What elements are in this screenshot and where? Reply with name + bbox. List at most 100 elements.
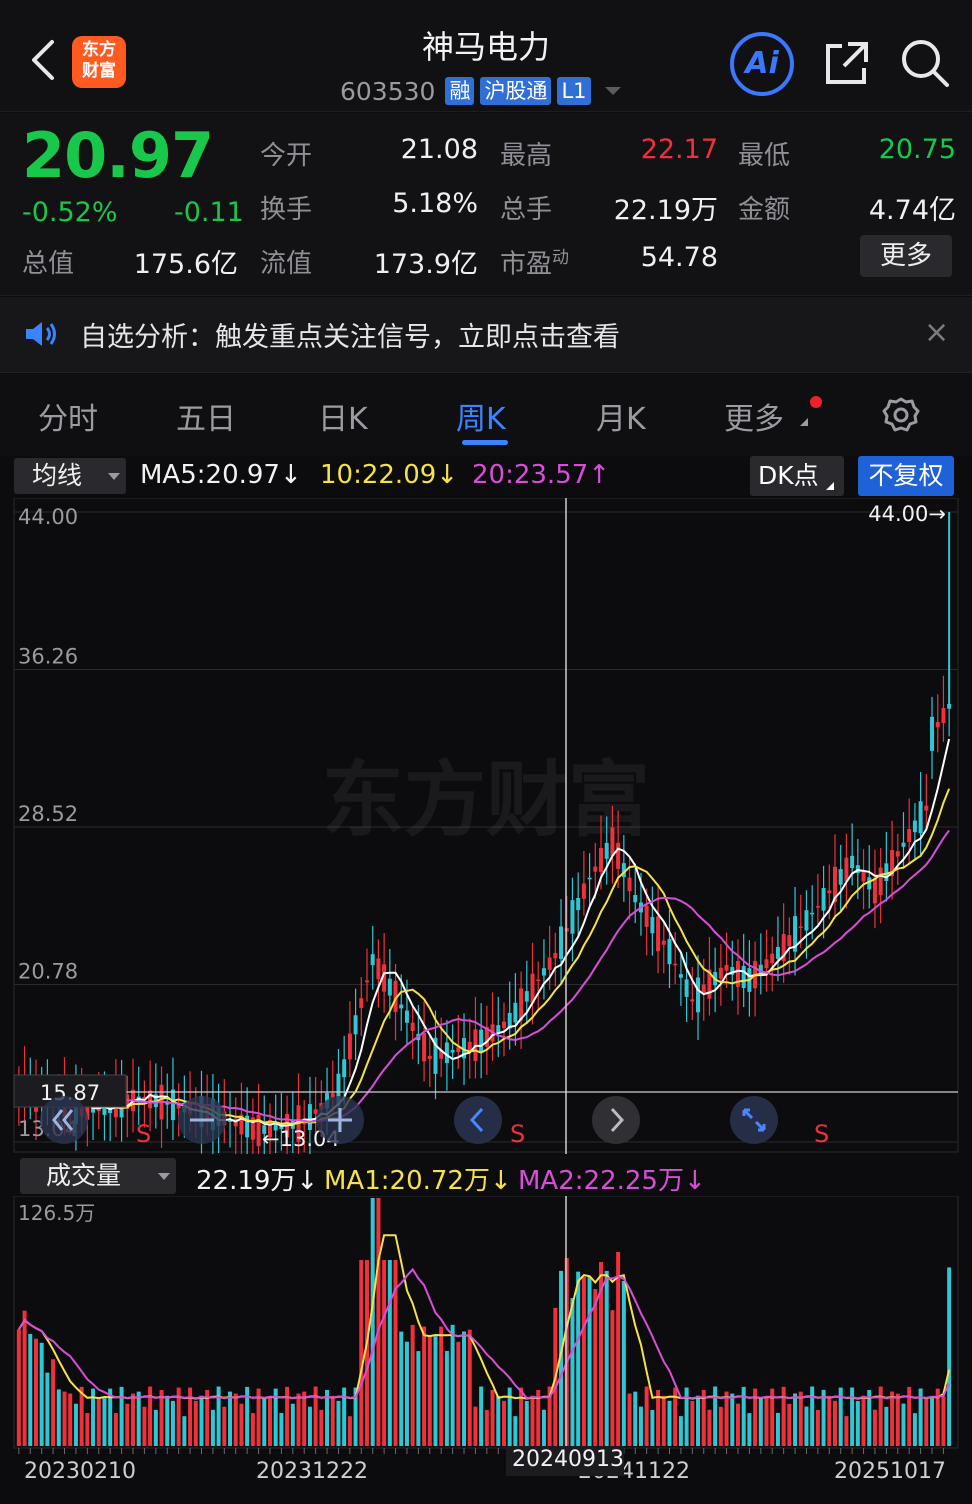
volume-bar — [678, 1416, 683, 1446]
volume-bar — [513, 1416, 518, 1446]
open-value: 21.08 — [400, 134, 478, 165]
quote-more-button[interactable]: 更多 — [860, 235, 952, 277]
tab-daily-k[interactable]: 日K — [318, 394, 368, 438]
volume-bar — [844, 1416, 849, 1446]
candle-body — [935, 721, 940, 728]
candle-body — [656, 916, 661, 952]
y-axis-label: 36.26 — [18, 645, 78, 669]
candle-body — [798, 926, 803, 928]
kline-chart[interactable]: 东方财富 44.0036.2628.5220.7813.04 15.87 44.… — [0, 498, 972, 1154]
candle-body — [616, 842, 621, 869]
candle-body — [347, 1033, 352, 1060]
candle-body — [804, 910, 809, 931]
volume-bar — [570, 1298, 575, 1446]
volume-bar — [610, 1310, 615, 1446]
indicator-selector[interactable]: 均线 — [14, 458, 126, 494]
volume-ma-line — [18, 1234, 951, 1400]
volume-bar — [638, 1406, 643, 1446]
candle-body — [370, 954, 375, 966]
volume-bar — [890, 1391, 895, 1446]
period-tabs: 分时 五日 日K 周K 月K 更多 — [0, 374, 972, 456]
volume-bar — [359, 1260, 364, 1446]
pe-label-text: 市盈 — [500, 249, 553, 280]
candle-body — [684, 979, 689, 997]
volume-bar — [707, 1409, 712, 1446]
volume-bar — [581, 1276, 586, 1446]
volume-bar — [387, 1260, 392, 1446]
volume-bar — [216, 1386, 221, 1446]
volume-bar — [170, 1400, 175, 1446]
scroll-left-button[interactable] — [454, 1096, 502, 1144]
tab-monthly-k[interactable]: 月K — [596, 394, 646, 438]
candle-body — [404, 1010, 409, 1023]
zoom-out-button[interactable] — [178, 1096, 226, 1144]
active-tab-indicator — [462, 440, 508, 445]
candle-body — [581, 883, 586, 899]
volume-bar — [16, 1329, 21, 1446]
volume-bar — [633, 1391, 638, 1446]
ai-assistant-button[interactable]: Ai — [730, 32, 794, 96]
candle-body — [918, 801, 923, 834]
change-percent: -0.52% — [22, 197, 118, 228]
scroll-right-button[interactable] — [592, 1096, 640, 1144]
volume-bar — [462, 1331, 467, 1446]
volume-bar — [285, 1386, 290, 1446]
volume-bar — [102, 1398, 107, 1446]
volume-bar — [422, 1326, 427, 1446]
notice-banner[interactable]: 自选分析：触发重点关注信号，立即点击查看 × — [0, 297, 972, 373]
search-button[interactable] — [900, 38, 950, 88]
volume-bar — [821, 1389, 826, 1446]
volume-bar — [85, 1413, 90, 1446]
dk-point-button[interactable]: DK点 — [750, 456, 844, 496]
candle-body — [661, 940, 666, 945]
volume-indicator-selector[interactable]: 成交量 — [20, 1158, 176, 1194]
volume-bar — [210, 1409, 215, 1446]
volume-bar — [22, 1310, 27, 1446]
volume-chart[interactable]: 126.5万 20230210 20231222 20241122 202510… — [0, 1196, 972, 1504]
gear-icon[interactable] — [882, 396, 920, 434]
volume-label: 总手 — [500, 195, 553, 225]
candle-body — [815, 906, 820, 908]
change-amount: -0.11 — [174, 197, 244, 228]
volume-bar — [233, 1393, 238, 1446]
adjust-mode-button[interactable]: 不复权 — [858, 456, 954, 496]
candle-body — [633, 895, 638, 903]
tab-five-day[interactable]: 五日 — [176, 394, 236, 438]
volume-bar — [621, 1280, 626, 1446]
chevron-down-icon[interactable] — [604, 87, 621, 95]
volume-bar — [376, 1198, 381, 1446]
x-axis-label: 20231222 — [256, 1459, 368, 1484]
x-axis-label: 20230210 — [24, 1459, 136, 1484]
zoom-in-button[interactable] — [316, 1096, 364, 1144]
stock-subtitle-row[interactable]: 603530 融 沪股通 L1 — [340, 74, 621, 108]
candle-body — [365, 980, 369, 983]
pe-label: 市盈动 — [500, 243, 569, 281]
volume-bar — [250, 1413, 255, 1446]
volume-bar — [758, 1398, 763, 1446]
low-value: 20.75 — [878, 134, 956, 165]
volume-ma2: MA2:22.25万↓ — [518, 1166, 706, 1196]
kline-axis-labels: 44.0036.2628.5220.7813.04 — [18, 505, 78, 1141]
caret-down-icon — [158, 1173, 170, 1180]
volume-bar — [136, 1391, 141, 1446]
volume-bar — [593, 1289, 598, 1446]
tab-weekly-k[interactable]: 周K — [456, 394, 506, 438]
corner-caret-icon — [826, 482, 834, 490]
tab-intraday[interactable]: 分时 — [38, 394, 98, 438]
tab-more[interactable]: 更多 — [724, 394, 784, 438]
volume-bar — [718, 1406, 723, 1446]
volume-bar — [165, 1395, 170, 1446]
candle-body — [399, 1004, 404, 1009]
scroll-left-fast-button[interactable] — [40, 1096, 88, 1144]
volume-bar — [33, 1338, 38, 1446]
candle-body — [718, 967, 723, 979]
float-cap-label: 流值 — [260, 249, 313, 279]
close-icon[interactable]: × — [924, 315, 949, 350]
notice-text[interactable]: 自选分析：触发重点关注信号，立即点击查看 — [80, 315, 620, 354]
volume-bar — [73, 1403, 78, 1446]
candle-body — [787, 935, 792, 947]
fullscreen-button[interactable] — [730, 1096, 778, 1144]
share-button[interactable] — [822, 40, 870, 88]
volume-bar — [267, 1398, 272, 1446]
tag-margin: 融 — [445, 77, 475, 105]
